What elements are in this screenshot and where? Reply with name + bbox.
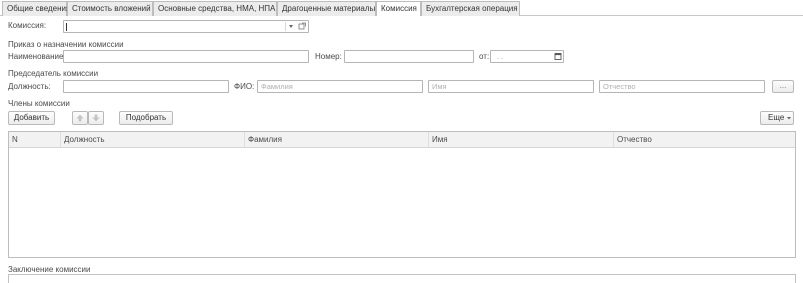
- column-header-name[interactable]: Имя: [429, 132, 614, 147]
- more-actions-label: Еще: [768, 113, 785, 122]
- order-date-label: от:: [479, 52, 490, 61]
- move-down-button[interactable]: [88, 111, 104, 125]
- text-caret: [66, 23, 67, 31]
- conclusion-field[interactable]: [8, 274, 796, 283]
- tab-fixed-assets[interactable]: Основные средства, НМА, НПА: [153, 1, 277, 16]
- dropdown-arrow-icon[interactable]: [286, 21, 296, 32]
- order-number-field[interactable]: [344, 50, 474, 63]
- column-header-patronymic[interactable]: Отчество: [614, 132, 795, 147]
- order-name-label: Наименование:: [8, 52, 66, 61]
- order-number-label: Номер:: [315, 52, 342, 61]
- surname-placeholder: Фамилия: [261, 82, 293, 91]
- members-table-header: N Должность Фамилия Имя Отчество: [9, 132, 795, 148]
- chairman-patronymic-field[interactable]: Отчество: [599, 80, 765, 93]
- members-table[interactable]: N Должность Фамилия Имя Отчество: [8, 131, 796, 258]
- chairman-surname-field[interactable]: Фамилия: [257, 80, 423, 93]
- move-up-button[interactable]: [72, 111, 88, 125]
- chairman-position-label: Должность:: [8, 82, 51, 91]
- commission-label: Комиссия:: [8, 21, 47, 30]
- add-member-button[interactable]: Добавить: [8, 111, 55, 125]
- column-header-surname[interactable]: Фамилия: [245, 132, 429, 147]
- arrow-up-icon: [76, 114, 84, 122]
- tab-accounting-operation[interactable]: Бухгалтерская операция: [421, 1, 520, 16]
- chairman-name-field[interactable]: Имя: [428, 80, 594, 93]
- order-date-field[interactable]: . .: [490, 50, 564, 63]
- name-placeholder: Имя: [432, 82, 447, 91]
- members-group-title: Члены комиссии: [8, 99, 70, 108]
- tab-precious-materials[interactable]: Драгоценные материалы: [277, 1, 376, 16]
- arrow-down-icon: [92, 114, 100, 122]
- order-group-title: Приказ о назначении комиссии: [8, 40, 124, 49]
- order-name-field[interactable]: [63, 50, 309, 63]
- column-header-number[interactable]: N: [9, 132, 61, 147]
- chairman-group-title: Председатель комиссии: [8, 69, 99, 78]
- more-actions-button[interactable]: Еще: [760, 111, 794, 125]
- open-link-icon[interactable]: [297, 21, 307, 32]
- pick-members-button[interactable]: Подобрать: [119, 111, 173, 125]
- tab-investment-cost[interactable]: Стоимость вложений: [67, 1, 153, 16]
- order-date-value: . .: [497, 52, 504, 61]
- tab-general[interactable]: Общие сведения: [2, 1, 70, 16]
- chairman-position-field[interactable]: [63, 80, 229, 93]
- column-header-position[interactable]: Должность: [61, 132, 245, 147]
- calendar-icon[interactable]: [553, 51, 563, 62]
- patronymic-placeholder: Отчество: [603, 82, 636, 91]
- chairman-fio-label: ФИО:: [234, 82, 255, 91]
- chairman-select-button[interactable]: ...: [772, 80, 794, 93]
- chevron-down-icon: [787, 117, 791, 120]
- tab-bar: Общие сведения Стоимость вложений Основн…: [0, 0, 803, 16]
- tab-commission[interactable]: Комиссия: [376, 1, 421, 16]
- commission-field[interactable]: [63, 20, 309, 33]
